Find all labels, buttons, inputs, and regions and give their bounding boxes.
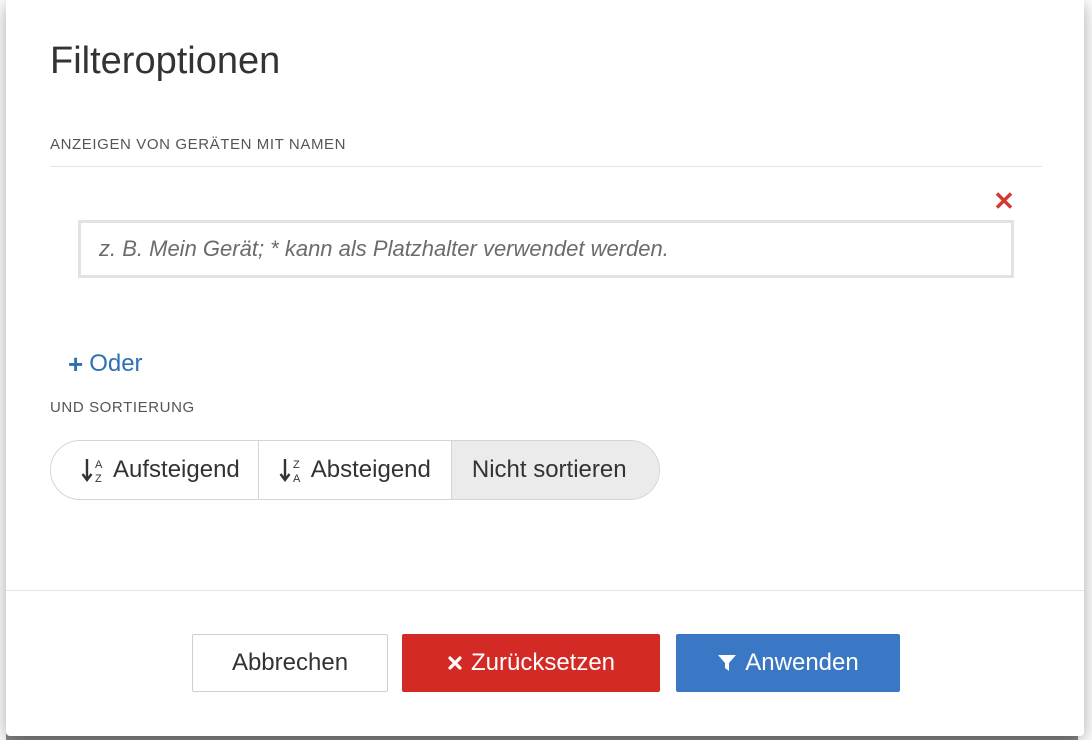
heading-divider xyxy=(50,166,1042,167)
sort-ascending-label: Aufsteigend xyxy=(113,456,240,483)
apply-button[interactable]: Anwenden xyxy=(676,634,900,692)
sorting-heading: UND SORTIERUNG xyxy=(50,399,195,416)
sort-alpha-asc-icon: A Z xyxy=(81,459,103,485)
sort-ascending-button[interactable]: A Z Aufsteigend xyxy=(51,441,259,499)
sort-descending-button[interactable]: Z A Absteigend xyxy=(258,441,452,499)
footer-divider xyxy=(6,590,1084,591)
add-or-condition-button[interactable]: + Oder xyxy=(68,350,143,378)
sort-alpha-desc-icon: Z A xyxy=(279,459,301,485)
svg-text:Z: Z xyxy=(95,473,102,485)
sort-descending-label: Absteigend xyxy=(310,456,431,483)
cancel-button[interactable]: Abbrechen xyxy=(192,634,388,692)
dialog-title: Filteroptionen xyxy=(50,40,281,82)
times-icon xyxy=(447,655,463,671)
sort-button-group: A Z Aufsteigend Z A Absteigend Nicht sor… xyxy=(50,440,660,500)
apply-label: Anwenden xyxy=(745,649,859,676)
plus-icon: + xyxy=(68,349,84,379)
no-sort-button[interactable]: Nicht sortieren xyxy=(451,441,659,499)
filter-icon xyxy=(717,653,737,673)
device-name-input[interactable] xyxy=(78,220,1014,278)
close-icon[interactable]: ✕ xyxy=(991,188,1017,214)
reset-label: Zurücksetzen xyxy=(470,649,616,676)
svg-text:A: A xyxy=(95,459,103,471)
svg-text:Z: Z xyxy=(293,459,300,471)
or-label: Oder xyxy=(89,350,143,377)
svg-text:A: A xyxy=(293,473,301,485)
reset-button[interactable]: Zurücksetzen xyxy=(402,634,660,692)
no-sort-label: Nicht sortieren xyxy=(471,456,627,483)
filter-dialog: Filteroptionen ANZEIGEN VON GERÄTEN MIT … xyxy=(6,0,1084,736)
cancel-label: Abbrechen xyxy=(231,649,349,676)
name-filter-heading: ANZEIGEN VON GERÄTEN MIT NAMEN xyxy=(50,136,347,153)
